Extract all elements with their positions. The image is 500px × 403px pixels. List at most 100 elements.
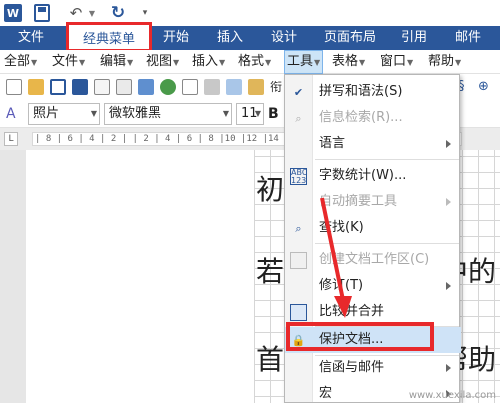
tab-references[interactable]: 引用 xyxy=(394,26,434,50)
tab-stop-selector[interactable]: L xyxy=(4,132,18,146)
chevron-down-icon: ▼ xyxy=(31,58,38,67)
menu-help[interactable]: 帮助▼ xyxy=(428,50,461,74)
chevron-down-icon: ▼ xyxy=(254,109,261,118)
styles-icon[interactable]: A xyxy=(6,106,22,122)
open-folder-icon[interactable] xyxy=(28,79,44,95)
menu-view[interactable]: 视图▼ xyxy=(146,50,179,74)
menu-item-track-changes-label: 修订(T) xyxy=(319,278,364,293)
chevron-down-icon: ▼ xyxy=(222,109,229,118)
cut-icon[interactable] xyxy=(204,79,220,95)
permission-icon[interactable] xyxy=(160,79,176,95)
style-select[interactable]: 照片 ▼ xyxy=(28,103,100,125)
menu-item-language-label: 语言 xyxy=(319,136,346,151)
menu-insert[interactable]: 插入▼ xyxy=(192,50,225,74)
menu-item-research[interactable]: ⌕ 信息检索(R)... xyxy=(285,105,461,131)
tools-dropdown-menu: ✔ 拼写和语法(S) ⌕ 信息检索(R)... 语言 ABC 123 字数统计(W… xyxy=(284,74,461,403)
chevron-down-icon: ▼ xyxy=(265,58,272,67)
menu-item-find-label: 查找(K) xyxy=(319,220,364,235)
menu-item-word-count-label: 字数统计(W)... xyxy=(319,168,407,183)
menu-window-label: 窗口 xyxy=(380,54,407,69)
chevron-down-icon: ▼ xyxy=(314,58,321,67)
menu-all[interactable]: 全部▼ xyxy=(4,50,37,74)
menu-item-language[interactable]: 语言 xyxy=(285,131,461,157)
undo-dropdown-icon[interactable]: ▼ xyxy=(88,4,96,22)
menu-item-mailings[interactable]: 信函与邮件 xyxy=(285,355,461,381)
globe-icon[interactable]: ⊕ xyxy=(478,79,494,95)
chevron-down-icon: ▼ xyxy=(127,58,134,67)
menu-item-find[interactable]: ⌕ 查找(K) xyxy=(285,215,461,241)
menu-item-spelling[interactable]: ✔ 拼写和语法(S) xyxy=(285,79,461,105)
menu-edit[interactable]: 编辑▼ xyxy=(100,50,133,74)
copy-icon[interactable] xyxy=(226,79,242,95)
menu-item-track-changes[interactable]: 修订(T) xyxy=(285,273,461,299)
doc-workspace-icon xyxy=(290,252,307,269)
submenu-arrow-icon xyxy=(446,140,451,148)
menu-window[interactable]: 窗口▼ xyxy=(380,50,413,74)
print-preview-icon[interactable] xyxy=(116,79,132,95)
chevron-down-icon: ▼ xyxy=(219,58,226,67)
print-icon[interactable] xyxy=(138,79,154,95)
spellcheck-icon: ✔ xyxy=(293,86,304,99)
menu-table[interactable]: 表格▼ xyxy=(332,50,365,74)
submenu-arrow-icon xyxy=(446,364,451,372)
doc-text-line-2: 若 xyxy=(256,255,285,288)
bold-button[interactable]: B xyxy=(268,106,284,122)
ribbon-tab-bar: 文件 经典菜单 开始 插入 设计 页面布局 引用 邮件 xyxy=(0,22,500,52)
menu-file-label: 文件 xyxy=(52,54,79,69)
menu-separator xyxy=(315,243,459,244)
menu-file[interactable]: 文件▼ xyxy=(52,50,85,74)
tab-home[interactable]: 开始 xyxy=(156,26,196,50)
submenu-arrow-icon xyxy=(446,282,451,290)
tab-insert[interactable]: 插入 xyxy=(210,26,250,50)
chevron-down-icon: ▼ xyxy=(359,58,366,67)
menu-item-autosummarize-label: 自动摘要工具 xyxy=(319,194,398,209)
font-select-value: 微软雅黑 xyxy=(109,106,162,121)
customize-qat-icon[interactable]: ▾ xyxy=(140,4,150,22)
find-icon: ⌕ xyxy=(295,222,302,235)
doc-text-line-1: 初 xyxy=(256,173,285,206)
save-icon[interactable] xyxy=(50,79,66,95)
tab-classic-menu[interactable]: 经典菜单 xyxy=(66,22,152,52)
menu-item-research-label: 信息检索(R)... xyxy=(319,110,403,125)
save-icon[interactable] xyxy=(34,4,50,22)
doc-text-line-3: 首 xyxy=(256,343,285,376)
menu-tools-label: 工具 xyxy=(287,54,314,69)
menu-item-spelling-label: 拼写和语法(S) xyxy=(319,84,403,99)
submenu-arrow-icon xyxy=(446,198,451,206)
menu-edit-label: 编辑 xyxy=(100,54,127,69)
menu-item-autosummarize[interactable]: 自动摘要工具 xyxy=(285,189,461,215)
tab-file[interactable]: 文件 xyxy=(0,26,62,50)
format-painter-icon[interactable] xyxy=(248,79,264,95)
classic-menu-bar: 全部▼ 文件▼ 编辑▼ 视图▼ 插入▼ 格式▼ 工具▼ 表格▼ 窗口▼ 帮助▼ xyxy=(0,50,500,74)
redo-icon[interactable]: ↻ xyxy=(108,3,128,23)
menu-item-doc-workspace[interactable]: 创建文档工作区(C) xyxy=(285,247,461,273)
word-doc-icon[interactable] xyxy=(72,79,88,95)
chevron-down-icon: ▼ xyxy=(173,58,180,67)
menu-item-mailings-label: 信函与邮件 xyxy=(319,360,385,375)
tab-mailings[interactable]: 邮件 xyxy=(448,26,488,50)
menu-format-label: 格式 xyxy=(238,54,265,69)
chevron-down-icon: ▼ xyxy=(455,58,462,67)
menu-insert-label: 插入 xyxy=(192,54,219,69)
annotation-highlight-box xyxy=(286,322,434,351)
undo-icon[interactable]: ↶ xyxy=(66,4,86,22)
menu-view-label: 视图 xyxy=(146,54,173,69)
research-icon: ⌕ xyxy=(295,112,302,125)
watermark: www.xuexila.com xyxy=(408,390,496,401)
page-icon[interactable] xyxy=(94,79,110,95)
style-select-value: 照片 xyxy=(33,106,60,121)
compare-icon xyxy=(290,304,307,321)
tab-design[interactable]: 设计 xyxy=(264,26,304,50)
menu-format[interactable]: 格式▼ xyxy=(238,50,271,74)
chevron-down-icon: ▼ xyxy=(90,109,97,118)
new-document-icon[interactable] xyxy=(6,79,22,95)
tab-page-layout[interactable]: 页面布局 xyxy=(318,26,382,50)
research-icon[interactable] xyxy=(182,79,198,95)
font-size-select[interactable]: 11 ▼ xyxy=(236,103,264,125)
chevron-down-icon: ▼ xyxy=(79,58,86,67)
menu-tools[interactable]: 工具▼ xyxy=(284,50,324,74)
font-select[interactable]: 微软雅黑 ▼ xyxy=(104,103,232,125)
chevron-down-icon: ▼ xyxy=(407,58,414,67)
menu-item-word-count[interactable]: ABC 123 字数统计(W)... xyxy=(285,163,461,189)
word-count-icon: ABC 123 xyxy=(290,168,308,185)
